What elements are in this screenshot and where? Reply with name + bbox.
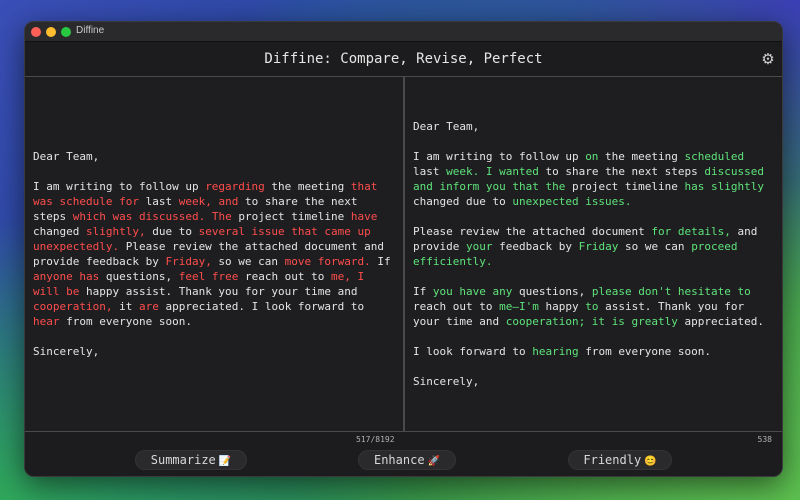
unchanged-text: to share the next steps (538, 165, 705, 178)
revised-text-panel[interactable]: Dear Team, I am writing to follow up on … (404, 76, 782, 432)
unchanged-text: reach out to (413, 300, 500, 313)
revised-char-count: 538 (757, 435, 772, 444)
unchanged-text: from everyone soon. (578, 345, 712, 358)
unchanged-text: changed due to (413, 195, 513, 208)
inserted-text: your (465, 240, 493, 253)
right-paragraph-4: I look forward to hearing from everyone … (413, 344, 776, 359)
deleted-text: week, and (178, 195, 239, 208)
inserted-text: unexpected issues. (512, 195, 632, 208)
inserted-text: is greatly (611, 315, 678, 328)
unchanged-text: questions, (99, 270, 179, 283)
unchanged-text: appreciated. I look forward to (158, 300, 365, 313)
unchanged-text: appreciated. (677, 315, 765, 328)
unchanged-text: the meeting (264, 180, 351, 193)
deleted-text: Friday, (165, 255, 212, 268)
window-title: Diffine (76, 25, 105, 36)
unchanged-text: so we can (618, 240, 692, 253)
inserted-text: on (585, 150, 599, 163)
inserted-text: please don't hesitate to (591, 285, 751, 298)
minimize-window-button[interactable] (46, 27, 56, 37)
original-text-panel[interactable]: Dear Team, I am writing to follow up reg… (25, 76, 404, 432)
unchanged-text: happy assist. Thank you for your time an… (79, 285, 358, 298)
summarize-button[interactable]: Summarize 📝 (135, 450, 247, 470)
rocket-icon: 🚀 (427, 456, 441, 467)
unchanged-text: I am writing to follow up (33, 180, 206, 193)
gear-icon[interactable]: ⚙ (760, 51, 776, 67)
deleted-text: hear (33, 315, 60, 328)
unchanged-text: project timeline (565, 180, 685, 193)
deleted-text: regarding (205, 180, 265, 193)
maximize-window-button[interactable] (61, 27, 71, 37)
unchanged-text: questions, (512, 285, 592, 298)
inserted-text: to (585, 300, 599, 313)
inserted-text: me—I'm (499, 300, 539, 313)
unchanged-text: so we can (211, 255, 285, 268)
inserted-text: hearing (532, 345, 579, 358)
unchanged-text: reach out to (238, 270, 332, 283)
deleted-text: slightly, (85, 225, 146, 238)
friendly-label: Friendly (583, 453, 642, 467)
app-window: Diffine Diffine: Compare, Revise, Perfec… (24, 21, 783, 477)
enhance-button[interactable]: Enhance 🚀 (358, 450, 456, 470)
right-paragraph-2: Please review the attached document for … (413, 224, 776, 269)
summarize-label: Summarize (150, 453, 216, 467)
unchanged-text (605, 315, 612, 328)
unchanged-text: due to (145, 225, 199, 238)
app-title: Diffine: Compare, Revise, Perfect (264, 51, 543, 67)
title-bar: Diffine (25, 22, 782, 42)
left-greeting: Dear Team, (33, 150, 100, 163)
unchanged-text: If (370, 255, 391, 268)
unchanged-text: from everyone soon. (59, 315, 192, 328)
right-greeting: Dear Team, (413, 120, 480, 133)
memo-icon: 📝 (218, 456, 232, 467)
friendly-button[interactable]: Friendly 😊 (568, 450, 672, 470)
deleted-text: are (138, 300, 159, 313)
right-paragraph-1: I am writing to follow up on the meeting… (413, 149, 776, 209)
deleted-text: move forward. (284, 255, 371, 268)
enhance-label: Enhance (373, 453, 425, 467)
footer-toolbar: 517/8192 538 Summarize 📝 Enhance 🚀 Friendl… (25, 432, 782, 476)
inserted-text: has slightly (684, 180, 765, 193)
unchanged-text: changed (33, 225, 86, 238)
deleted-text: cooperation, (33, 300, 113, 313)
right-paragraph-3: If you have any questions, please don't … (413, 284, 776, 329)
unchanged-text: the meeting (598, 150, 685, 163)
unchanged-text: If (413, 285, 433, 298)
unchanged-text: happy (538, 300, 586, 313)
unchanged-text: last (413, 165, 447, 178)
unchanged-text: I am writing to follow up (413, 150, 586, 163)
unchanged-text: feedback by (492, 240, 579, 253)
inserted-text: Friday (578, 240, 619, 253)
deleted-text: have (350, 210, 378, 223)
app-header: Diffine: Compare, Revise, Perfect ⚙ (25, 42, 782, 76)
left-paragraph-1: I am writing to follow up regarding the … (33, 179, 395, 329)
close-window-button[interactable] (31, 27, 41, 37)
original-char-count: 517/8192 (356, 435, 395, 444)
inserted-text: you have any (432, 285, 513, 298)
left-closing: Sincerely, (33, 345, 100, 358)
deleted-text: anyone has (33, 270, 100, 283)
smiley-icon: 😊 (644, 456, 657, 467)
unchanged-text: project timeline (231, 210, 351, 223)
inserted-text: for details, (651, 225, 731, 238)
unchanged-text: it (112, 300, 139, 313)
inserted-text: week. I wanted (446, 165, 539, 178)
inserted-text: cooperation; it (505, 315, 606, 328)
deleted-text: feel free (178, 270, 239, 283)
deleted-text: which was discussed. The (72, 210, 232, 223)
inserted-text: scheduled (684, 150, 745, 163)
unchanged-text: last (138, 195, 179, 208)
unchanged-text: Please review the attached document (413, 225, 652, 238)
right-closing: Sincerely, (413, 375, 480, 388)
unchanged-text: I look forward to (413, 345, 533, 358)
